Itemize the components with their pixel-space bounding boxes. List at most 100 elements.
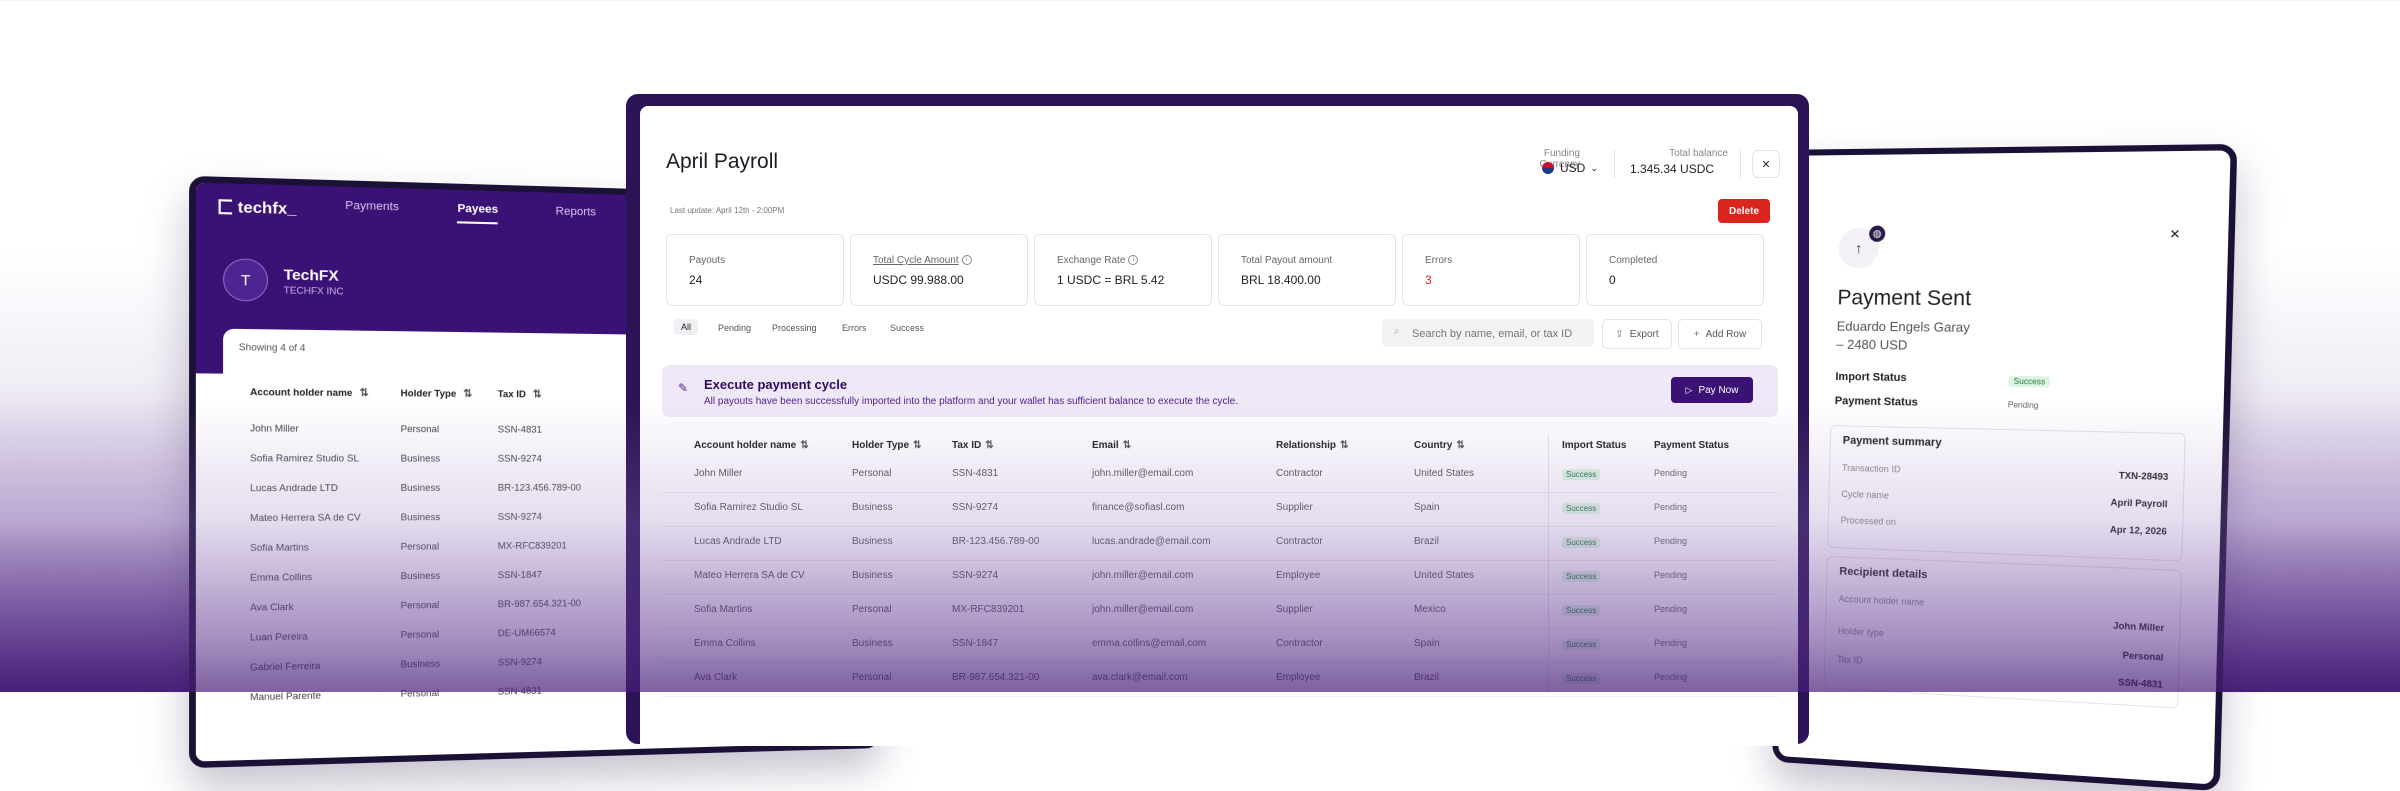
sort-icon: ⇅ [533, 389, 542, 400]
table-row[interactable]: Gabriel Ferreira Business SSN-9274 [250, 655, 603, 672]
holder-type-cell: Personal [401, 686, 498, 699]
col-email[interactable]: Email ⇅ [1092, 440, 1131, 451]
col-country[interactable]: Country ⇅ [1414, 440, 1465, 451]
tax-id-cell: BR-123.456.789-00 [952, 536, 1039, 547]
tax-id-cell: SSN-9274 [498, 453, 604, 463]
account-holder-cell: John Miller [694, 468, 742, 479]
col-account-holder[interactable]: Account holder name ⇅ [250, 387, 401, 400]
table-row[interactable]: Sofia Ramirez Studio SL Business SSN-9274 f… [662, 492, 1778, 527]
holder-type-cell: Business [401, 453, 498, 464]
col-tax-id[interactable]: Tax ID ⇅ [498, 389, 604, 401]
tax-id-cell: BR-987.654.321-00 [498, 598, 604, 610]
recipient-details-title: Recipient details [1839, 565, 1927, 581]
divider [1740, 150, 1741, 178]
payment-status-badge: Pending [1654, 672, 1687, 682]
delete-button[interactable]: Delete [1718, 199, 1770, 223]
rocket-icon: ✎ [678, 381, 688, 395]
sort-icon: ⇅ [360, 388, 369, 400]
import-status-label: Import Status [1835, 371, 1907, 384]
table-row[interactable]: Sofia Martins Personal MX-RFC839201 [250, 540, 603, 553]
search-box: ⌕ [1382, 319, 1594, 347]
recipient-label: Account holder name [1839, 594, 1925, 608]
table-row[interactable]: Luan Pereira Personal DE-UM66574 [250, 626, 603, 642]
tax-id-cell: SSN-4831 [498, 424, 604, 435]
tab-pending[interactable]: Pending [718, 323, 751, 333]
col-tax-id[interactable]: Tax ID ⇅ [952, 440, 994, 451]
import-status-badge: Success [2008, 376, 2050, 388]
table-row[interactable]: John Miller Personal SSN-4831 [250, 423, 603, 435]
nav-reports[interactable]: Reports [556, 205, 597, 227]
table-row[interactable]: Sofia Martins Personal MX-RFC839201 john.mi… [662, 594, 1778, 629]
payment-sent-panel: ↑ ◍ ✕ Payment Sent Eduardo Engels Garay … [1772, 144, 2237, 791]
recipient-value: Personal [2122, 650, 2163, 663]
tab-all[interactable]: All [674, 319, 698, 335]
tab-processing[interactable]: Processing [772, 323, 817, 333]
total-balance-value: 1.345.34 USDC [1630, 162, 1714, 176]
table-row[interactable]: Ava Clark Personal BR-987.654.321-00 [250, 598, 603, 613]
sort-icon: ⇅ [1456, 440, 1464, 451]
import-status-badge: Success [1562, 537, 1600, 548]
add-row-button[interactable]: + Add Row [1678, 319, 1762, 349]
table-row[interactable]: Emma Collins Business SSN-1847 [250, 569, 603, 583]
account-holder-cell: John Miller [250, 423, 401, 434]
nav-payments[interactable]: Payments [345, 199, 399, 221]
import-status-badge: Success [1562, 571, 1600, 582]
close-button[interactable]: ✕ [1752, 150, 1780, 178]
tax-id-cell: SSN-9274 [498, 655, 604, 667]
payment-status-badge: Pending [1654, 570, 1687, 580]
tab-errors[interactable]: Errors [842, 323, 867, 333]
tax-id-cell: SSN-9274 [952, 570, 998, 581]
close-icon[interactable]: ✕ [2169, 227, 2180, 242]
relationship-cell: Employee [1276, 672, 1320, 683]
tax-id-cell: SSN-1847 [952, 638, 998, 649]
funding-currency-select[interactable]: USD ⌄ [1542, 161, 1598, 175]
stat-card-completed: Completed 0 [1586, 234, 1764, 306]
table-row[interactable]: Lucas Andrade LTD Business BR-123.456.789-… [250, 482, 603, 493]
plus-icon: + [1694, 329, 1700, 340]
nav-payees[interactable]: Payees [457, 202, 498, 224]
payment-status-badge: Pending [2008, 400, 2039, 410]
search-input[interactable] [1410, 323, 1592, 345]
tab-success[interactable]: Success [890, 323, 924, 333]
account-holder-cell: Lucas Andrade LTD [250, 483, 401, 494]
table-row[interactable]: Manuel Parente Personal SSN-4831 [250, 684, 603, 702]
table-row[interactable]: Emma Collins Business SSN-1847 emma.collins… [662, 628, 1778, 663]
country-cell: Spain [1414, 638, 1440, 649]
table-row[interactable]: Lucas Andrade LTD Business BR-123.456.789-… [662, 526, 1778, 561]
table-row[interactable]: John Miller Personal SSN-4831 john.miller@e… [662, 458, 1778, 493]
org-name: TechFX [284, 266, 344, 284]
holder-type-cell: Personal [852, 604, 891, 615]
search-icon: ⌕ [1394, 326, 1400, 337]
col-relationship[interactable]: Relationship ⇅ [1276, 440, 1348, 451]
payroll-window: April Payroll Funding Currency USD ⌄ Tot… [640, 106, 1798, 746]
col-holder-type[interactable]: Holder Type ⇅ [401, 388, 498, 400]
holder-type-cell: Business [401, 482, 498, 493]
stat-label: Total Payout amount [1241, 255, 1332, 266]
account-holder-cell: Lucas Andrade LTD [694, 536, 782, 547]
payment-status-badge: Pending [1654, 536, 1687, 546]
stat-label[interactable]: Total Cycle Amount i [873, 255, 972, 266]
export-button[interactable]: ⇪ Export [1602, 319, 1672, 349]
execute-cycle-banner: ✎ Execute payment cycle All payouts have… [662, 365, 1778, 417]
email-cell: emma.collins@email.com [1092, 638, 1206, 649]
country-cell: Brazil [1414, 536, 1439, 547]
us-flag-icon [1542, 162, 1554, 174]
table-row[interactable]: Mateo Herrera SA de CV Business SSN-9274 jo… [662, 560, 1778, 595]
account-holder-cell: Luan Pereira [250, 630, 401, 643]
techfx-logo[interactable]: techfx_ [219, 198, 297, 218]
payment-amount: – 2480 USD [1836, 337, 1908, 353]
recipient-value: SSN-4831 [2118, 677, 2163, 690]
pay-now-button[interactable]: ▷ Pay Now [1671, 377, 1753, 403]
table-row[interactable]: Mateo Herrera SA de CV Business SSN-9274 [250, 511, 603, 523]
stat-card-exchange-rate: Exchange Rate i 1 USDC = BRL 5.42 [1034, 234, 1212, 306]
col-holder-type[interactable]: Holder Type ⇅ [852, 440, 921, 451]
relationship-cell: Contractor [1276, 638, 1323, 649]
tax-id-cell: BR-123.456.789-00 [498, 482, 604, 493]
country-cell: Mexico [1414, 604, 1446, 615]
col-payment-status[interactable]: Payment Status [1654, 440, 1729, 451]
table-row[interactable]: Sofia Ramirez Studio SL Business SSN-9274 [250, 453, 603, 464]
col-import-status[interactable]: Import Status [1562, 440, 1626, 451]
relationship-cell: Supplier [1276, 604, 1313, 615]
showing-count: Showing 4 of 4 [239, 342, 306, 353]
col-account-holder[interactable]: Account holder name ⇅ [694, 440, 809, 451]
